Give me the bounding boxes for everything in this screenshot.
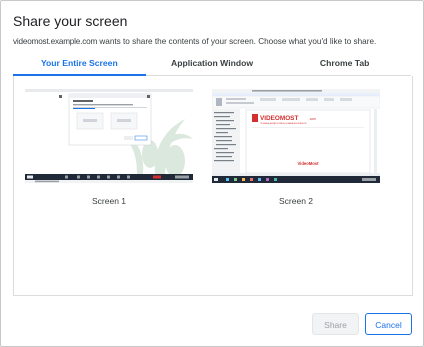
share-screen-dialog: Share your screen videomost.example.com … bbox=[0, 0, 424, 347]
tab-chrome-tab[interactable]: Chrome Tab bbox=[278, 56, 411, 75]
source-tabs: Your Entire Screen Application Window Ch… bbox=[13, 56, 411, 76]
screen-2-brand-tagline: ЛУЧШАЯ ВИДЕОСВЯЗЬ В ВАШЕМ БИЗНЕСЕ bbox=[260, 122, 307, 125]
screen-1-preview-image bbox=[25, 89, 193, 189]
subtitle-text: wants to share the contents of your scre… bbox=[97, 37, 377, 46]
screen-1-label: Screen 1 bbox=[91, 196, 127, 206]
screen-1-thumbnail[interactable] bbox=[25, 89, 193, 189]
dialog-title: Share your screen bbox=[13, 13, 128, 29]
screen-2-preview-image: VIDEOMOST .com ЛУЧШАЯ ВИДЕОСВЯЗЬ В ВАШЕМ… bbox=[211, 89, 381, 189]
screen-2-footer-logo: VideoMost bbox=[297, 161, 319, 166]
screen-2-label: Screen 2 bbox=[278, 196, 314, 206]
screen-2-thumbnail[interactable]: VIDEOMOST .com ЛУЧШАЯ ВИДЕОСВЯЗЬ В ВАШЕМ… bbox=[211, 89, 381, 189]
screen-list-pane: Screen 1 VIDEOMOST .com ЛУЧШАЯ ВИДЕОСВЯЗ… bbox=[13, 76, 413, 296]
dialog-subtitle: videomost.example.com wants to share the… bbox=[13, 37, 376, 46]
tab-entire-screen[interactable]: Your Entire Screen bbox=[13, 56, 146, 76]
screen-2-brand-text: VIDEOMOST bbox=[260, 115, 298, 122]
requesting-domain: videomost.example.com bbox=[13, 37, 98, 46]
share-button[interactable]: Share bbox=[312, 313, 359, 335]
cancel-button[interactable]: Cancel bbox=[365, 313, 412, 335]
screen-2-brand-suffix: .com bbox=[309, 117, 316, 121]
tab-application-window[interactable]: Application Window bbox=[146, 56, 279, 75]
